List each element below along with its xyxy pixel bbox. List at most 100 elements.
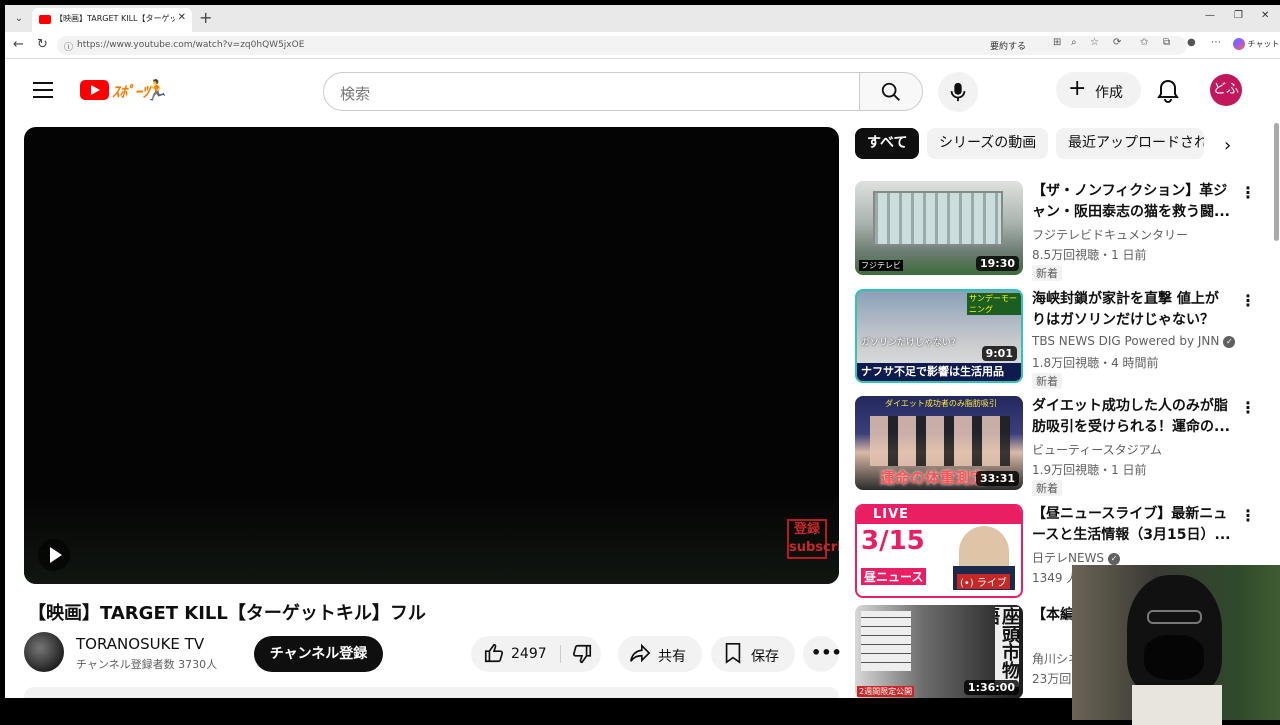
dislike-thumb-icon[interactable] [571, 643, 593, 669]
play-icon[interactable] [38, 539, 70, 571]
search-box[interactable]: 検索 [323, 72, 860, 111]
more-horizontal-icon: ••• [811, 643, 842, 662]
video-meta: 1.8万回視聴・4 時間前 [1032, 356, 1159, 370]
save-button[interactable]: 保存 [711, 636, 795, 672]
video-thumbnail[interactable]: LIVE 3/15 昼ニュース (•) ライブ [855, 504, 1023, 598]
microphone-icon [950, 82, 966, 102]
minimize-icon[interactable]: — [1205, 10, 1215, 21]
channel-subscriber-count: チャンネル登録者数 3730人 [76, 658, 218, 671]
like-thumb-icon[interactable] [483, 642, 505, 668]
video-title[interactable]: 海峡封鎖が家計を直撃 値上がりはガソリンだけじゃない？ 石... [1032, 289, 1232, 331]
thumb-caption: 昼ニュース [861, 568, 927, 585]
address-bar-row: ← ↻ ⓘ https://www.youtube.com/watch?v=zq… [5, 32, 1280, 59]
new-badge: 新着 [1032, 265, 1062, 281]
tab-title: 【映画】TARGET KILL【ターゲットキル】フ [55, 14, 175, 23]
create-label: 作成 [1095, 85, 1123, 101]
subscribe-watermark[interactable]: 登録 subscribe [787, 519, 839, 559]
url-field[interactable]: ⓘ https://www.youtube.com/watch?v=zq0hQW… [57, 36, 1187, 55]
channel-name[interactable]: TORANOSUKE TV [76, 635, 204, 653]
copilot-chat-button[interactable]: チャット [1233, 38, 1279, 50]
maximize-icon[interactable]: ❐ [1234, 10, 1243, 21]
like-dislike-group: 2497 [471, 636, 601, 672]
video-title[interactable]: 【昼ニュースライブ】最新ニュースと生活情報（3月15日）... [1032, 504, 1232, 546]
chip-series[interactable]: シリーズの動画 [927, 128, 1049, 159]
summarize-button[interactable]: 要約する [990, 39, 1026, 52]
video-duration: 1:36:00 [963, 680, 1019, 695]
more-vertical-icon[interactable]: ⋮ [1240, 291, 1256, 310]
more-vertical-icon[interactable]: ⋮ [1240, 398, 1256, 417]
refresh-icon[interactable]: ↻ [37, 37, 48, 52]
video-title[interactable]: ダイエット成功した人のみが脂肪吸引を受けられる！運命の... [1032, 396, 1232, 438]
menu-icon[interactable] [33, 82, 53, 103]
channel-name[interactable]: ビューティースタジアム [1032, 441, 1162, 458]
channel-name[interactable]: TBS NEWS DIG Powered by JNN ✓ [1032, 334, 1236, 348]
close-tab-icon[interactable]: ✕ [178, 12, 186, 23]
more-vertical-icon[interactable]: ⋮ [1240, 183, 1256, 202]
video-thumbnail[interactable]: フジテレビ 19:30 [855, 181, 1023, 275]
live-badge: (•) ライブ [957, 574, 1010, 589]
video-player[interactable]: 登録 subscribe [24, 127, 839, 584]
site-info-icon[interactable]: ⓘ [64, 40, 73, 53]
favorite-star-icon[interactable]: ☆ [1090, 37, 1099, 48]
search-page-icon[interactable]: ⌕ [1071, 37, 1077, 48]
favorites-icon[interactable]: ✩ [1140, 37, 1148, 48]
back-arrow-icon[interactable]: ← [13, 37, 24, 52]
video-thumbnail[interactable]: 座頭市物語 2週間限定公開 1:36:00 [855, 605, 1023, 698]
like-count[interactable]: 2497 [511, 646, 547, 662]
video-thumbnail[interactable]: サンデーモーニング ガソリンだけじゃない? ナフサ不足で影響は生活用品 9:01 [855, 289, 1023, 383]
youtube-play-logo-icon [80, 80, 109, 100]
thumb-title-text: 座頭市物語 [995, 607, 1019, 687]
channel-avatar[interactable] [24, 632, 64, 672]
video-meta: 1.9万回視聴・1 日前 [1032, 463, 1147, 477]
plus-icon: + [1068, 76, 1087, 101]
more-vertical-icon[interactable]: ⋮ [1240, 506, 1256, 525]
chevron-right-icon[interactable]: › [1224, 135, 1231, 156]
more-menu-icon[interactable]: ⋯ [1211, 37, 1221, 48]
channel-name-text: TBS NEWS DIG Powered by JNN [1032, 334, 1220, 348]
description-box[interactable] [24, 687, 839, 698]
chip-all[interactable]: すべて [855, 128, 920, 159]
video-duration: 33:31 [975, 471, 1019, 486]
video-title: 【映画】TARGET KILL【ターゲットキル】フル [28, 603, 426, 624]
url-text: https://www.youtube.com/watch?v=zq0hQW5j… [77, 40, 305, 50]
tab-strip: ⌄ 【映画】TARGET KILL【ターゲットキル】フ ✕ + — ❐ ✕ [5, 5, 1280, 32]
collections-icon[interactable]: ⧉ [1163, 37, 1170, 48]
profile-icon[interactable]: ● [1187, 37, 1196, 48]
more-actions-button[interactable]: ••• [803, 636, 842, 672]
create-button[interactable]: + 作成 [1056, 72, 1141, 108]
recommendation-item[interactable]: サンデーモーニング ガソリンだけじゃない? ナフサ不足で影響は生活用品 9:01… [855, 289, 1270, 389]
chat-label: チャット [1247, 39, 1280, 49]
search-button[interactable] [859, 72, 923, 111]
notifications-bell-icon[interactable] [1156, 78, 1180, 108]
webcam-overlay [1072, 565, 1280, 725]
live-banner: LIVE [857, 506, 1021, 524]
thumb-top-text: ダイエット成功者のみ脂肪吸引 [885, 399, 997, 408]
subscribe-button[interactable]: チャンネル登録 [254, 636, 383, 672]
share-button[interactable]: 共有 [618, 636, 702, 672]
close-window-icon[interactable]: ✕ [1261, 10, 1269, 21]
channel-name[interactable]: フジテレビドキュメンタリー [1032, 226, 1188, 243]
recommendation-item[interactable]: フジテレビ 19:30 【ザ・ノンフィクション】革ジャン・阪田泰志の猫を救う闘.… [855, 181, 1270, 281]
zoom-icon[interactable]: ⊞ [1053, 37, 1061, 48]
search-input[interactable]: 検索 [340, 83, 370, 104]
video-title[interactable]: 【ザ・ノンフィクション】革ジャン・阪田泰志の猫を救う闘... [1032, 181, 1232, 223]
channel-name[interactable]: 日テレNEWS ✓ [1032, 549, 1121, 566]
youtube-favicon-icon [39, 15, 51, 24]
video-meta: 8.5万回視聴・1 日前 [1032, 248, 1147, 262]
account-avatar[interactable]: どふ [1210, 74, 1242, 106]
browser-tab-active[interactable]: 【映画】TARGET KILL【ターゲットキル】フ ✕ [32, 8, 192, 32]
video-duration: 19:30 [975, 256, 1019, 271]
chip-recent[interactable]: 最近アップロードされた [1056, 128, 1204, 159]
copilot-icon [1233, 38, 1245, 50]
save-label: 保存 [751, 649, 779, 665]
youtube-logo[interactable]: ｽﾎﾟｰﾂ 🏃 [80, 78, 170, 102]
voice-search-button[interactable] [938, 72, 978, 112]
tab-list-chevron-icon[interactable]: ⌄ [10, 10, 28, 28]
thumb-top-text: ガソリンだけじゃない? [861, 338, 956, 348]
new-tab-icon[interactable]: + [199, 8, 212, 27]
youtube-header: ｽﾎﾟｰﾂ 🏃 検索 + 作成 どふ [5, 59, 1280, 123]
video-thumbnail[interactable]: ダイエット成功者のみ脂肪吸引 運命の体重測定 33:31 [855, 396, 1023, 490]
runner-doodle-icon: 🏃 [144, 78, 169, 102]
recommendation-item[interactable]: ダイエット成功者のみ脂肪吸引 運命の体重測定 33:31 ダイエット成功した人の… [855, 396, 1270, 496]
extensions-icon[interactable]: ⟳ [1113, 37, 1121, 48]
